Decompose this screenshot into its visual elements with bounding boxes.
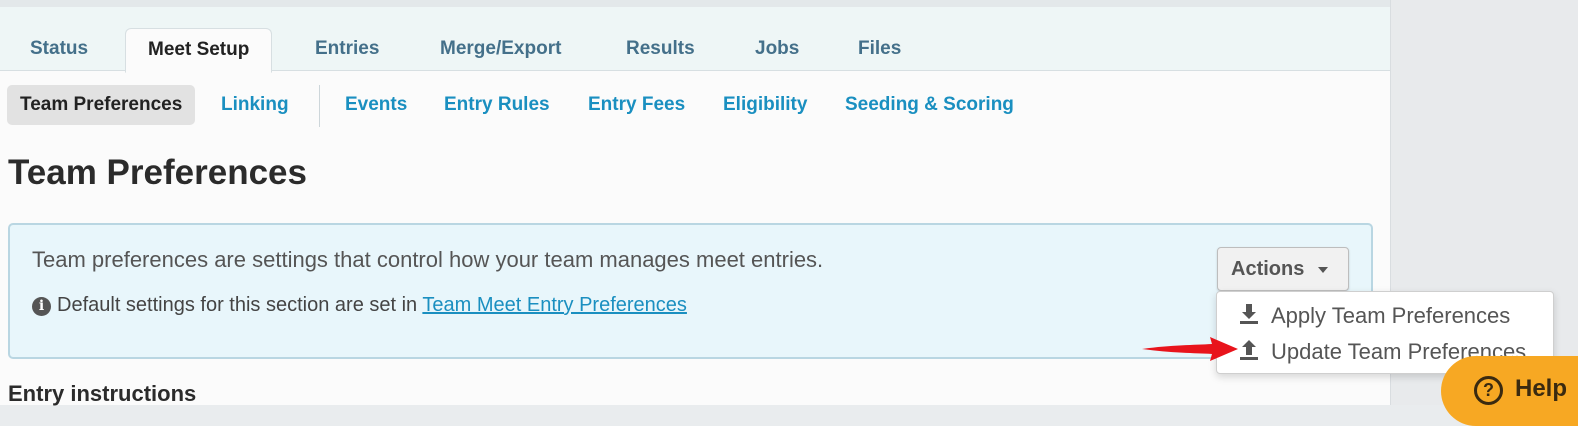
subnav-divider (319, 85, 320, 127)
team-meet-entry-preferences-link[interactable]: Team Meet Entry Preferences (422, 294, 687, 316)
tab-results[interactable]: Results (604, 28, 717, 70)
info-note-text: Default settings for this section are se… (57, 294, 423, 316)
subnav-eligibility[interactable]: Eligibility (723, 85, 807, 125)
help-label: Help (1515, 375, 1568, 402)
tab-meet-setup[interactable]: Meet Setup (125, 28, 273, 73)
actions-label: Actions (1231, 258, 1305, 280)
subnav-entry-rules[interactable]: Entry Rules (444, 85, 550, 125)
tab-entries[interactable]: Entries (293, 28, 401, 70)
subnav-entry-fees[interactable]: Entry Fees (588, 85, 685, 125)
menu-item-apply-team-preferences[interactable]: Apply Team Preferences (1217, 298, 1553, 333)
menu-item-label: Apply Team Preferences (1271, 303, 1511, 328)
info-main-text: Team preferences are settings that contr… (32, 247, 824, 272)
subnav-team-preferences[interactable]: Team Preferences (7, 85, 196, 125)
question-mark-icon: ? (1474, 376, 1503, 405)
tab-files[interactable]: Files (836, 28, 923, 70)
caret-down-icon (1318, 267, 1328, 273)
actions-button[interactable]: Actions (1217, 247, 1349, 291)
tab-jobs[interactable]: Jobs (733, 28, 821, 70)
main-tab-bar: Status Meet Setup Entries Merge/Export R… (0, 7, 1390, 73)
red-arrow-annotation (1142, 337, 1238, 361)
page-title: Team Preferences (8, 153, 307, 192)
download-icon (1239, 300, 1261, 335)
top-strip (0, 0, 1390, 7)
info-note: i Default settings for this section are s… (32, 294, 687, 317)
subnav-linking[interactable]: Linking (221, 85, 289, 125)
upload-icon (1239, 336, 1261, 371)
entry-instructions-heading: Entry instructions (8, 381, 197, 406)
help-button[interactable]: ? Help (1441, 356, 1578, 426)
tab-merge-export[interactable]: Merge/Export (418, 28, 583, 70)
subnav-events[interactable]: Events (345, 85, 407, 125)
sub-navigation: Team Preferences Linking Events Entry Ru… (0, 85, 1390, 127)
info-icon: i (32, 297, 51, 316)
subnav-seeding-scoring[interactable]: Seeding & Scoring (845, 85, 1014, 125)
tab-status[interactable]: Status (8, 28, 110, 70)
